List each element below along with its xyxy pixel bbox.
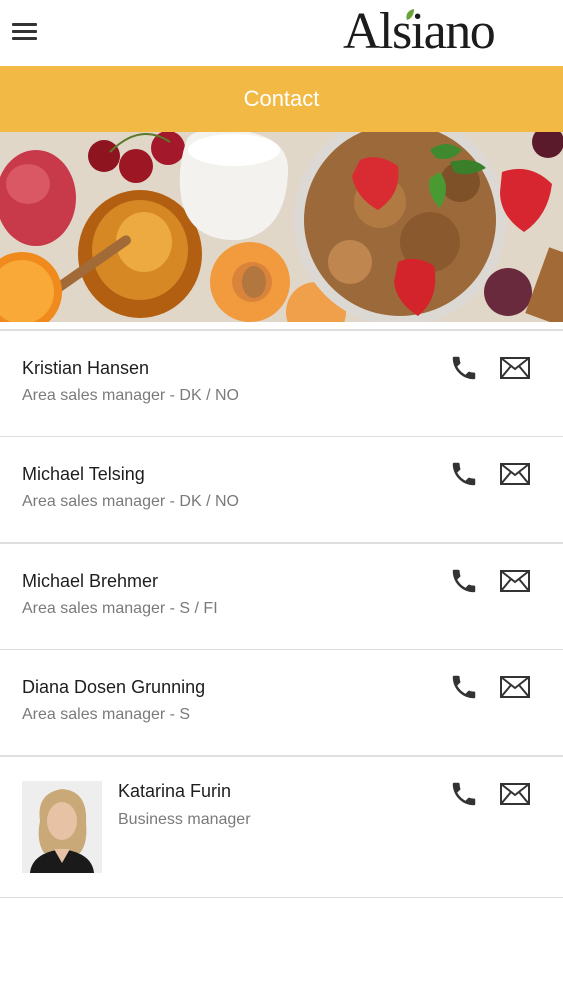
contact-name: Diana Dosen Grunning bbox=[22, 677, 206, 697]
contact-role: Area sales manager - S bbox=[22, 706, 191, 723]
page-title: Contact bbox=[243, 86, 320, 111]
email-icon[interactable] bbox=[500, 356, 530, 379]
contact-row: Kristian Hansen Area sales manager - DK … bbox=[0, 331, 563, 436]
contact-avatar bbox=[22, 780, 102, 873]
contact-role: Area sales manager - DK / NO bbox=[22, 386, 239, 404]
food-banner-image bbox=[0, 132, 563, 322]
logo-leaf-icon bbox=[406, 9, 414, 20]
contact-row: Michael Brehmer Area sales manager - S /… bbox=[0, 544, 563, 649]
page-title-bar: Contact bbox=[0, 66, 563, 132]
divider bbox=[0, 896, 563, 898]
phone-icon[interactable] bbox=[449, 459, 479, 489]
email-icon[interactable] bbox=[500, 463, 530, 485]
alsiano-logo: Alsiano bbox=[343, 3, 496, 60]
phone-icon[interactable] bbox=[449, 672, 479, 702]
contact-row: Michael Telsing Area sales manager - DK … bbox=[0, 437, 563, 542]
contact-name: Michael Brehmer bbox=[22, 570, 159, 591]
contact-name: Michael Telsing bbox=[22, 464, 145, 484]
contact-role: Business manager bbox=[118, 810, 251, 828]
hamburger-menu-icon[interactable] bbox=[12, 21, 38, 43]
contact-name: Katarina Furin bbox=[118, 780, 232, 801]
contact-list: Kristian Hansen Area sales manager - DK … bbox=[0, 329, 563, 898]
email-icon[interactable] bbox=[500, 569, 530, 592]
contact-row: Katarina Furin Business manager bbox=[0, 757, 563, 897]
contact-name: Kristian Hansen bbox=[22, 357, 150, 378]
contact-row: Diana Dosen Grunning Area sales manager … bbox=[0, 650, 563, 755]
app-header: Alsiano bbox=[0, 0, 563, 66]
email-icon[interactable] bbox=[500, 782, 530, 805]
contact-role: Area sales manager - S / FI bbox=[22, 599, 218, 617]
contact-role: Area sales manager - DK / NO bbox=[22, 493, 239, 510]
phone-icon[interactable] bbox=[449, 566, 479, 596]
email-icon[interactable] bbox=[500, 676, 530, 698]
phone-icon[interactable] bbox=[449, 353, 479, 383]
phone-icon[interactable] bbox=[449, 779, 479, 809]
